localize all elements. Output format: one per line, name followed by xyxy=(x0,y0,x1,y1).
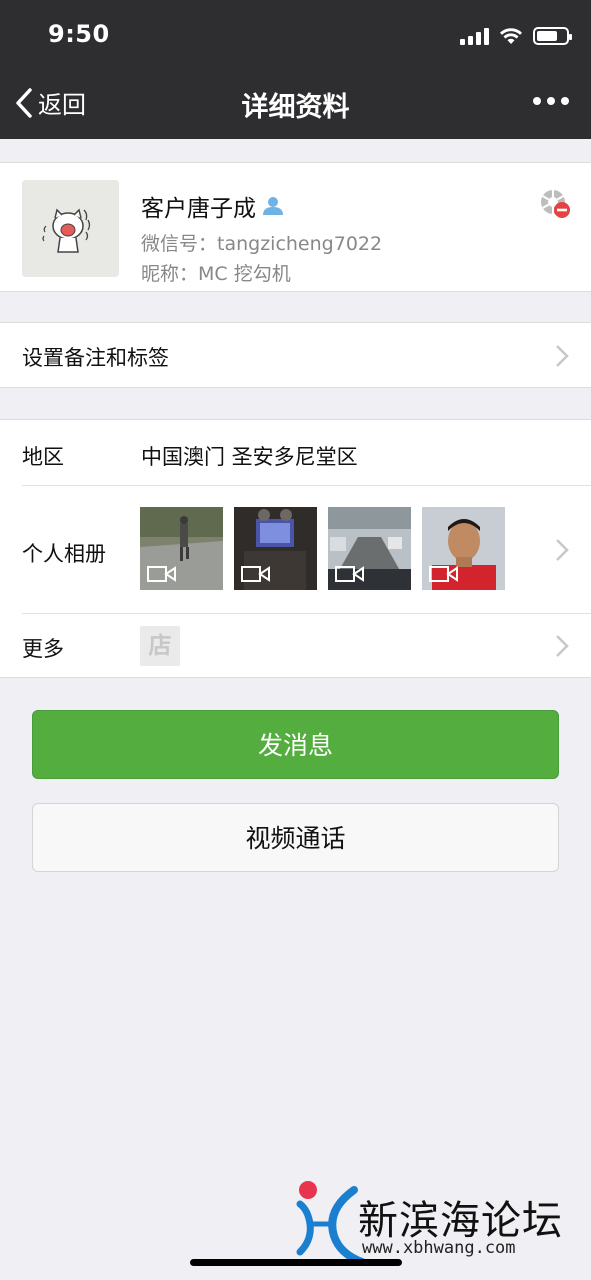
status-icons xyxy=(460,24,572,48)
send-message-button[interactable]: 发消息 xyxy=(32,710,559,779)
moments-blocked-icon[interactable] xyxy=(539,188,571,220)
more-row[interactable]: 更多 店 xyxy=(0,614,591,678)
shop-icon: 店 xyxy=(140,626,180,666)
nickname: 昵称：MC 挖勾机 xyxy=(141,263,291,285)
signal-icon xyxy=(460,27,489,45)
page-title: 详细资料 xyxy=(241,92,350,123)
album-thumb[interactable] xyxy=(422,507,505,590)
video-call-button[interactable]: 视频通话 xyxy=(32,803,559,872)
region-label: 地区 xyxy=(22,445,64,469)
wechat-id: 微信号：tangzicheng7022 xyxy=(141,233,383,255)
video-camera-icon xyxy=(429,566,458,582)
name-row: 客户唐子成 xyxy=(141,189,284,223)
remark-tags-row[interactable]: 设置备注和标签 xyxy=(0,322,591,388)
chevron-right-icon xyxy=(556,635,569,657)
video-camera-icon xyxy=(335,566,364,582)
video-camera-icon xyxy=(241,566,270,582)
contact-name: 客户唐子成 xyxy=(141,196,256,222)
more-dots-icon[interactable] xyxy=(533,97,569,105)
remark-tags-label: 设置备注和标签 xyxy=(22,346,169,370)
contact-person-icon xyxy=(263,197,283,215)
avatar-image xyxy=(22,180,119,277)
watermark-logo-icon xyxy=(296,1181,366,1266)
more-label: 更多 xyxy=(22,637,64,661)
battery-icon xyxy=(533,27,572,45)
profile-card[interactable]: 客户唐子成 微信号：tangzicheng7022 昵称：MC 挖勾机 xyxy=(0,162,591,292)
chevron-right-icon xyxy=(556,345,569,367)
home-indicator[interactable] xyxy=(190,1259,402,1266)
avatar[interactable] xyxy=(22,180,119,277)
info-group: 地区 中国澳门 圣安多尼堂区 个人相册 更多 店 xyxy=(0,419,591,678)
album-thumbs xyxy=(140,507,505,590)
chevron-right-icon xyxy=(556,539,569,561)
watermark: 新滨海论坛 www.xbhwang.com xyxy=(296,1180,586,1270)
album-thumb[interactable] xyxy=(328,507,411,590)
region-value: 中国澳门 圣安多尼堂区 xyxy=(141,445,358,469)
status-time: 9:50 xyxy=(48,20,110,48)
album-thumb[interactable] xyxy=(140,507,223,590)
album-label: 个人相册 xyxy=(22,542,106,566)
video-camera-icon xyxy=(147,566,176,582)
album-thumb[interactable] xyxy=(234,507,317,590)
wifi-icon xyxy=(500,28,522,44)
top-bar: 9:50 返回 详细资料 xyxy=(0,0,591,139)
watermark-url: www.xbhwang.com xyxy=(362,1238,516,1258)
album-row[interactable]: 个人相册 xyxy=(0,486,591,613)
